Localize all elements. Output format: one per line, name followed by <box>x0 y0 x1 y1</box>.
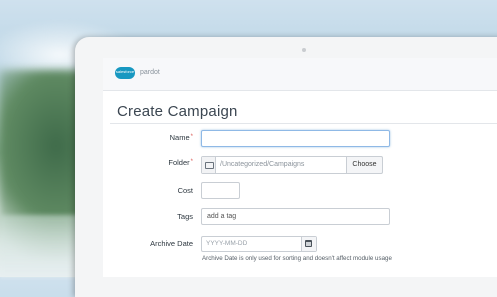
folder-path: /Uncategorized/Campaigns <box>220 161 305 168</box>
tags-placeholder: add a tag <box>207 213 237 220</box>
folder-icon <box>205 162 214 169</box>
name-field[interactable] <box>201 130 390 147</box>
archive-date-field[interactable]: YYYY-MM-DD <box>201 236 317 252</box>
app-name: pardot <box>140 69 160 76</box>
tags-input[interactable]: add a tag <box>201 208 390 225</box>
archive-date-label: Archive Date <box>150 239 193 248</box>
cost-field[interactable] <box>201 182 240 199</box>
folder-label: Folder* <box>168 158 193 167</box>
cost-label: Cost <box>177 186 193 195</box>
app-header: salesforce pardot <box>103 58 497 91</box>
choose-folder-button[interactable]: Choose <box>346 156 383 174</box>
required-marker: * <box>190 159 193 165</box>
archive-date-placeholder: YYYY-MM-DD <box>206 240 248 247</box>
divider <box>110 123 497 124</box>
webcam <box>302 48 306 52</box>
folder-icon-box <box>202 157 216 173</box>
required-marker: * <box>190 134 193 140</box>
salesforce-logo[interactable]: salesforce <box>115 67 135 79</box>
name-label: Name* <box>169 133 193 142</box>
calendar-icon <box>305 240 312 247</box>
archive-date-help: Archive Date is only used for sorting an… <box>202 255 392 262</box>
page-title: Create Campaign <box>117 103 238 120</box>
calendar-button[interactable] <box>301 237 316 251</box>
logo-text: salesforce <box>115 69 135 74</box>
folder-picker[interactable]: /Uncategorized/Campaigns Choose <box>201 156 383 174</box>
tags-label: Tags <box>177 212 193 221</box>
